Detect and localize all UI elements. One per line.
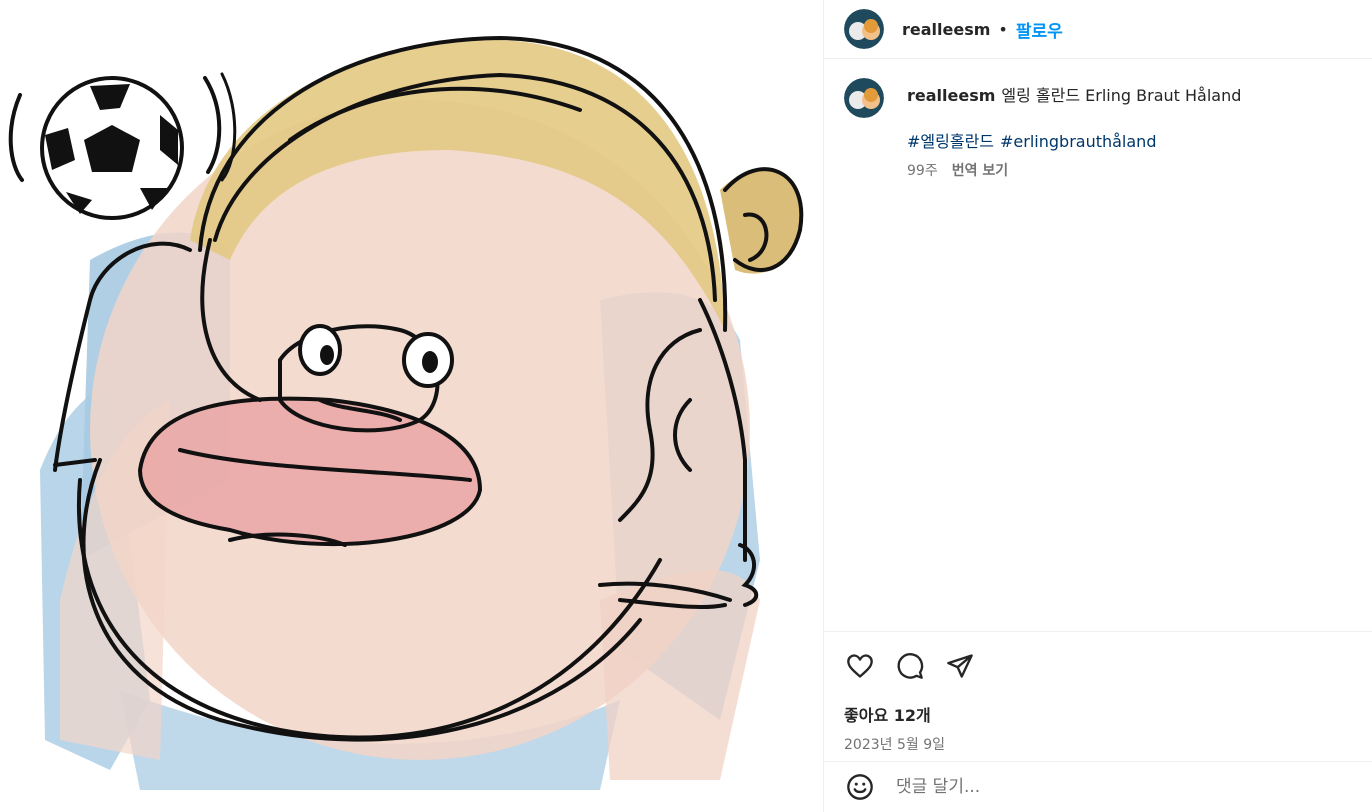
comment-input[interactable]	[894, 776, 1318, 798]
comment-bar	[824, 761, 1372, 812]
smiley-icon[interactable]	[844, 771, 876, 803]
avatar[interactable]	[844, 9, 884, 49]
follow-button[interactable]: 팔로우	[1016, 17, 1063, 42]
caption-text: 엘링 홀란드 Erling Braut Håland	[1001, 86, 1242, 105]
post-image[interactable]	[0, 0, 823, 812]
caption: realleesm 엘링 홀란드 Erling Braut Håland #엘링홀…	[844, 78, 1354, 180]
comment-bubble-icon[interactable]	[894, 650, 926, 682]
post-date: 2023년 5월 9일	[844, 737, 945, 753]
action-bar: 좋아요 12개 2023년 5월 9일	[824, 631, 1372, 754]
separator-dot: •	[998, 19, 1008, 39]
paper-plane-icon[interactable]	[944, 650, 976, 682]
header-username[interactable]: realleesm	[902, 20, 990, 39]
post-header: realleesm • 팔로우	[824, 0, 1372, 59]
instagram-post-window: realleesm • 팔로우 realleesm 엘링 홀란드 Erling B…	[0, 0, 1372, 812]
hashtags: #엘링홀란드 #erlingbrauthåland	[907, 128, 1354, 152]
heart-icon[interactable]	[844, 650, 876, 682]
caption-username[interactable]: realleesm	[907, 86, 995, 105]
translate-button[interactable]: 번역 보기	[952, 163, 1008, 179]
caricature-illustration	[8, 35, 804, 790]
post-side-panel: realleesm • 팔로우 realleesm 엘링 홀란드 Erling B…	[823, 0, 1372, 812]
like-count[interactable]: 좋아요 12개	[844, 702, 1372, 726]
caption-avatar[interactable]	[844, 78, 884, 118]
post-age: 99주	[907, 163, 938, 179]
hashtag-link[interactable]: #erlingbrauthåland	[1000, 132, 1156, 151]
hashtag-link[interactable]: #엘링홀란드	[907, 132, 994, 151]
